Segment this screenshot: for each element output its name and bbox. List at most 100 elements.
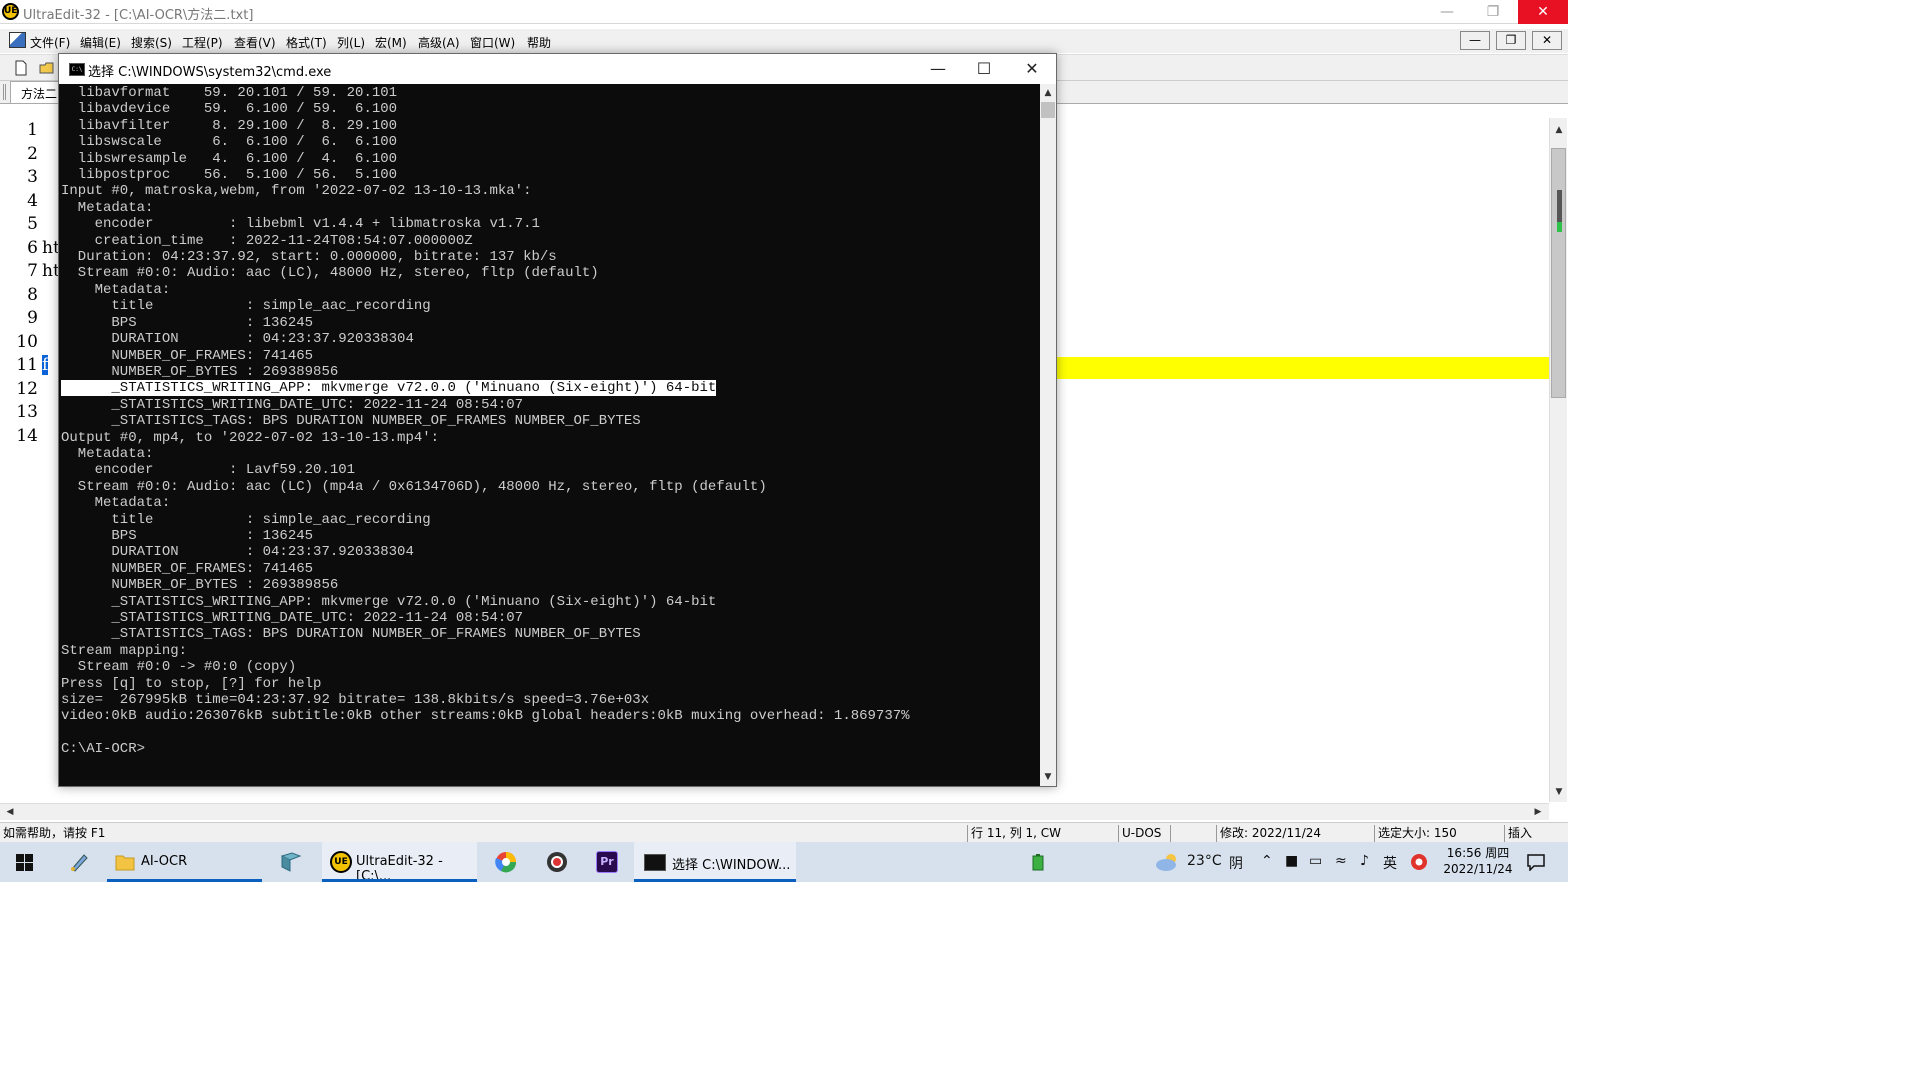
console-line: libavfilter 8. 29.100 / 8. 29.100 xyxy=(61,117,398,134)
editor-selected-text[interactable]: f xyxy=(42,355,49,375)
cmd-scrollbar-thumb[interactable] xyxy=(1041,102,1055,118)
console-line: encoder : Lavf59.20.101 xyxy=(61,462,356,479)
console-line: creation_time : 2022-11-24T08:54:07.0000… xyxy=(61,232,473,249)
cmd-titlebar[interactable]: C:\ 选择 C:\WINDOWS\system32\cmd.exe — ☐ ✕ xyxy=(59,54,1056,84)
taskbar-cmd[interactable]: 选择 C:\WINDOW... xyxy=(634,842,796,882)
weather-cloudy-icon[interactable] xyxy=(1154,851,1182,873)
record-icon xyxy=(547,852,567,872)
editor-vertical-scrollbar[interactable]: ▲ ▼ xyxy=(1549,118,1567,802)
weather-temperature[interactable]: 23°C xyxy=(1187,853,1222,869)
restore-button[interactable]: ❐ xyxy=(1470,0,1516,24)
menu-project[interactable]: 工程(P) xyxy=(182,34,223,51)
scroll-down-arrow-icon[interactable]: ▼ xyxy=(1551,784,1567,800)
tray-expand-chevron-icon[interactable]: ⌃ xyxy=(1261,853,1273,869)
editor-horizontal-scrollbar[interactable]: ◀ ▶ xyxy=(0,803,1549,820)
wifi-icon[interactable]: ≈ xyxy=(1335,853,1347,869)
cmd-close-button[interactable]: ✕ xyxy=(1009,54,1055,84)
console-line: Stream #0:0: Audio: aac (LC), 48000 Hz, … xyxy=(61,265,599,282)
ultraedit-app-icon: UE xyxy=(2,3,19,20)
console-line: video:0kB audio:263076kB subtitle:0kB ot… xyxy=(61,708,910,725)
console-line: BPS : 136245 xyxy=(61,314,314,331)
line-number: 13 xyxy=(16,402,38,422)
scroll-left-arrow-icon[interactable]: ◀ xyxy=(2,804,18,820)
status-cursor-position: 行 11, 列 1, CW xyxy=(967,825,1115,842)
console-line: libswresample 4. 6.100 / 4. 6.100 xyxy=(61,150,398,167)
taskbar-chrome-like-app[interactable] xyxy=(484,842,528,882)
weather-condition[interactable]: 阴 xyxy=(1229,853,1243,873)
cmd-vertical-scrollbar[interactable]: ▲ ▼ xyxy=(1040,84,1056,786)
line-number: 14 xyxy=(16,426,38,446)
open-folder-icon[interactable] xyxy=(38,59,56,77)
status-modified-time: 修改: 2022/11/24 16:55:09 xyxy=(1216,825,1374,857)
taskbar-app-pinned[interactable] xyxy=(58,842,102,882)
taskbar: AI-OCR UE UltraEdit-32 - [C:\... Pr 选择 C… xyxy=(0,842,1568,884)
volume-icon[interactable]: ♪ xyxy=(1360,853,1369,869)
taskbar-folder-ai-ocr[interactable]: AI-OCR xyxy=(107,842,262,882)
line-number: 5 xyxy=(27,214,38,234)
console-line: NUMBER_OF_FRAMES: 741465 xyxy=(61,347,314,364)
mdi-restore-button[interactable]: ❐ xyxy=(1496,31,1526,50)
line-number: 7 xyxy=(27,261,38,281)
battery-charging-icon[interactable] xyxy=(1032,854,1044,871)
taskbar-premiere-app[interactable]: Pr xyxy=(585,842,629,882)
line-number: 3 xyxy=(27,167,38,187)
status-insert-mode[interactable]: 插入 xyxy=(1504,825,1564,842)
premiere-icon: Pr xyxy=(596,851,618,873)
ime-indicator[interactable]: 英 xyxy=(1383,853,1397,873)
console-line: Output #0, mp4, to '2022-07-02 13-10-13.… xyxy=(61,429,440,446)
menu-help[interactable]: 帮助 xyxy=(527,34,551,51)
taskbar-ultraedit[interactable]: UE UltraEdit-32 - [C:\... xyxy=(322,842,477,884)
console-line: title : simple_aac_recording xyxy=(61,298,431,315)
cmd-console[interactable]: libavformat 59. 20.101 / 59. 20.101 liba… xyxy=(59,84,1040,786)
book-icon xyxy=(280,852,302,872)
cmd-maximize-button[interactable]: ☐ xyxy=(961,54,1007,84)
scroll-up-arrow-icon[interactable]: ▲ xyxy=(1551,122,1567,138)
start-button[interactable] xyxy=(0,842,50,882)
tray-app-icon[interactable]: ■ xyxy=(1285,853,1298,869)
mdi-minimize-button[interactable]: — xyxy=(1460,31,1490,50)
folder-icon xyxy=(115,855,135,871)
taskbar-running-indicator xyxy=(634,879,796,882)
tab-bar-grip[interactable] xyxy=(3,84,6,100)
console-line: _STATISTICS_WRITING_DATE_UTC: 2022-11-24… xyxy=(61,610,524,626)
minimize-button[interactable]: — xyxy=(1424,0,1470,24)
clock[interactable]: 16:56 周四 2022/11/24 xyxy=(1438,845,1518,877)
cmd-taskbar-icon xyxy=(644,854,666,871)
taskbar-recorder-app[interactable] xyxy=(535,842,579,882)
cmd-window[interactable]: C:\ 选择 C:\WINDOWS\system32\cmd.exe — ☐ ✕… xyxy=(58,53,1057,787)
menu-file[interactable]: 文件(F) xyxy=(30,34,70,51)
scroll-marker-green xyxy=(1557,222,1562,232)
colorful-circle-icon xyxy=(495,852,517,873)
line-number: 6 xyxy=(27,238,38,258)
console-line: Press [q] to stop, [?] for help xyxy=(61,675,322,692)
menu-window[interactable]: 窗口(W) xyxy=(470,34,515,51)
battery-icon[interactable]: ▭ xyxy=(1309,853,1322,869)
menu-macro[interactable]: 宏(M) xyxy=(375,34,407,51)
scroll-right-arrow-icon[interactable]: ▶ xyxy=(1530,804,1546,820)
cmd-scroll-down-icon[interactable]: ▼ xyxy=(1040,769,1056,785)
console-line: Stream #0:0 -> #0:0 (copy) xyxy=(61,659,297,676)
menu-view[interactable]: 查看(V) xyxy=(234,34,276,51)
menu-edit[interactable]: 编辑(E) xyxy=(80,34,121,51)
close-button[interactable]: ✕ xyxy=(1518,0,1568,24)
cmd-minimize-button[interactable]: — xyxy=(915,54,961,84)
mdi-close-button[interactable]: ✕ xyxy=(1532,31,1562,50)
line-number: 12 xyxy=(16,379,38,399)
status-encoding[interactable]: U-DOS xyxy=(1118,825,1168,842)
console-line: libpostproc 56. 5.100 / 56. 5.100 xyxy=(61,167,398,184)
menu-column[interactable]: 列(L) xyxy=(337,34,365,51)
notification-center-icon[interactable] xyxy=(1527,854,1545,871)
menu-bar: 文件(F) 编辑(E) 搜索(S) 工程(P) 查看(V) 格式(T) 列(L)… xyxy=(0,29,1568,53)
cmd-scroll-up-icon[interactable]: ▲ xyxy=(1040,85,1056,101)
line-number: 11 xyxy=(16,355,38,375)
new-file-icon[interactable] xyxy=(12,59,30,77)
console-line: Metadata: xyxy=(61,495,171,512)
antivirus-icon[interactable] xyxy=(1410,853,1428,871)
document-menu-icon[interactable] xyxy=(9,32,26,48)
menu-search[interactable]: 搜索(S) xyxy=(131,34,172,51)
console-line: _STATISTICS_WRITING_DATE_UTC: 2022-11-24… xyxy=(61,396,524,413)
menu-format[interactable]: 格式(T) xyxy=(286,34,327,51)
scrollbar-thumb[interactable] xyxy=(1551,148,1566,398)
menu-advanced[interactable]: 高级(A) xyxy=(418,34,460,51)
taskbar-app-pinned[interactable] xyxy=(268,842,314,882)
